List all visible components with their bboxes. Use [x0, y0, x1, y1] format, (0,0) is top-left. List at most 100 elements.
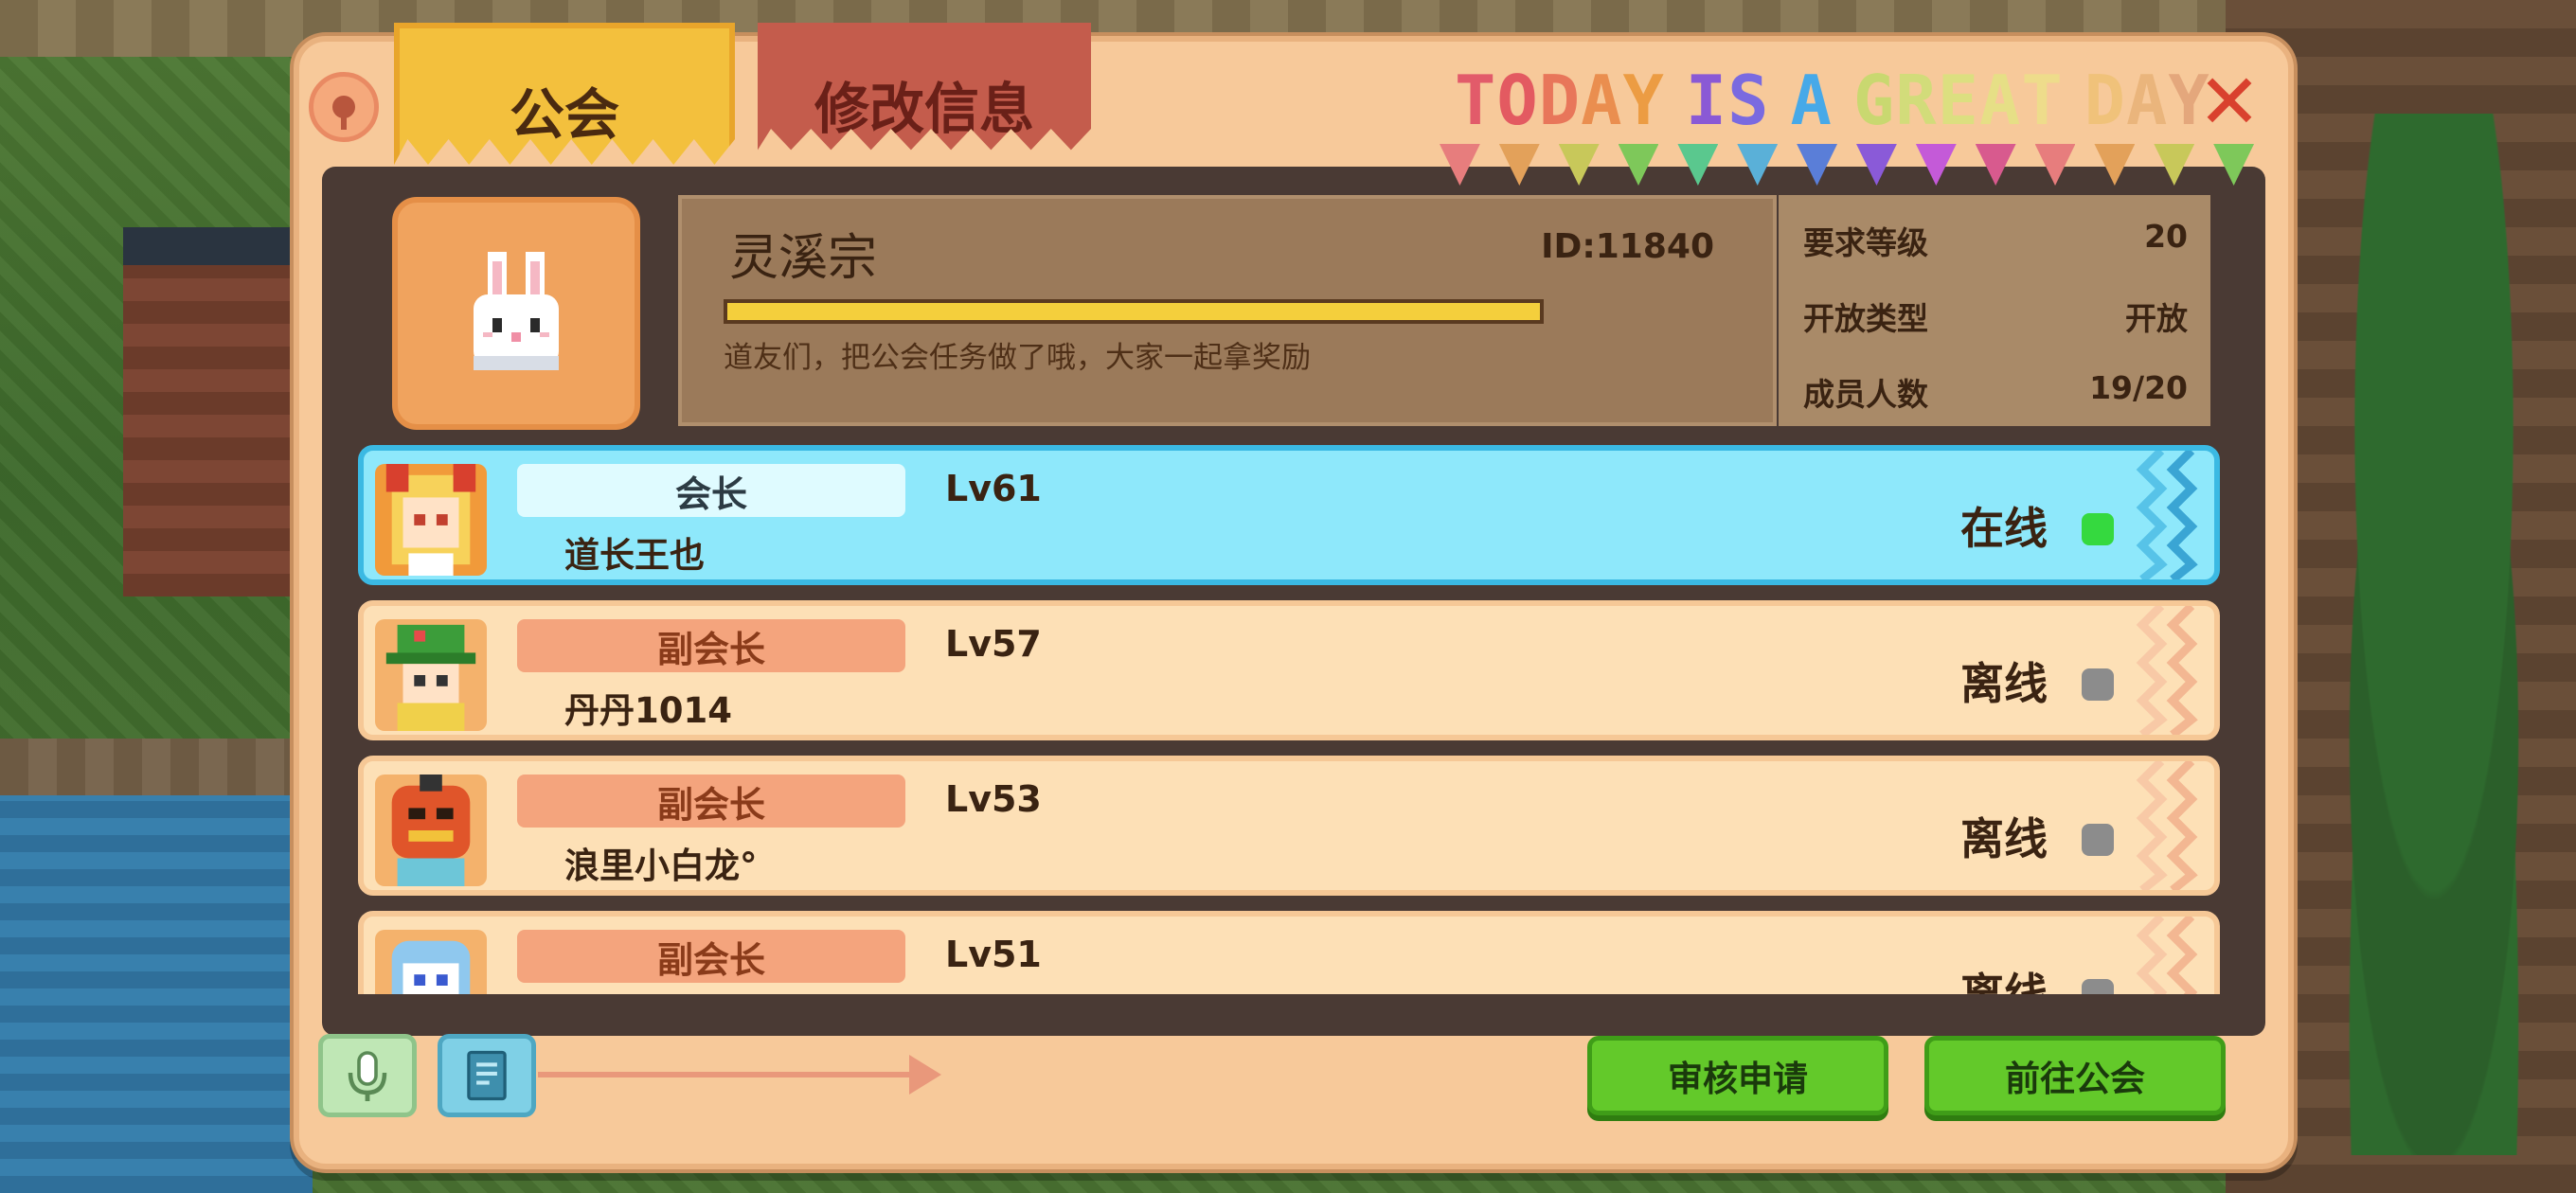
banner-letter: T: [2021, 61, 2064, 140]
bunting-flag: [1558, 144, 1600, 186]
zigzag-decoration: [2136, 917, 2198, 994]
banner-letter: [1770, 61, 1791, 140]
bunting-flags: [1440, 144, 2273, 189]
bunting-flag: [1737, 144, 1779, 186]
microphone-icon: [348, 1051, 387, 1101]
member-name: 道长王也: [564, 535, 705, 576]
zigzag-decoration: [2136, 451, 2198, 579]
member-level: Lv61: [945, 468, 1042, 509]
banner-letter: I: [1685, 61, 1728, 140]
role-badge: 会长: [517, 464, 905, 517]
online-status-icon: [2082, 513, 2114, 545]
zigzag-decoration: [2136, 761, 2198, 890]
member-row[interactable]: 会长 道长王也 Lv61 在线: [358, 445, 2220, 585]
bunting-flag: [1677, 144, 1719, 186]
member-list[interactable]: 会长 道长王也 Lv61 在线 副会长 丹丹1014 Lv57 离线 副会长 浪…: [354, 441, 2226, 994]
member-status: 离线: [1960, 658, 2048, 709]
guild-info-card: 灵溪宗 ID:11840 道友们，把公会任务做了哦，大家一起拿奖励: [678, 195, 1777, 426]
member-level: Lv51: [945, 934, 1042, 975]
banner-letter: [1833, 61, 1853, 140]
offline-status-icon: [2082, 824, 2114, 856]
member-row[interactable]: 副会长 浪里小白龙° Lv53 离线: [358, 756, 2220, 896]
banner-letter: S: [1727, 61, 1770, 140]
member-name: 丹丹1014: [564, 690, 732, 731]
records-button[interactable]: [438, 1034, 536, 1117]
bunting-flag: [2094, 144, 2136, 186]
stat-label: 开放类型: [1803, 300, 1928, 337]
pond: [0, 795, 313, 1193]
member-row[interactable]: 副会长 丹丹1014 Lv57 离线: [358, 600, 2220, 740]
banner-letter: A: [1581, 61, 1623, 140]
stat-value: 20: [2144, 218, 2188, 255]
guild-stats: 要求等级 20 开放类型 开放 成员人数 19/20: [1779, 195, 2210, 426]
banner-letter: G: [1852, 61, 1896, 140]
blue-robot-avatar: [375, 930, 487, 994]
close-button[interactable]: ✕: [2195, 64, 2263, 140]
role-badge: 副会长: [517, 775, 905, 828]
role-badge: 副会长: [517, 619, 905, 672]
fox-girl-avatar: [375, 464, 487, 576]
christmas-tree: [2311, 114, 2557, 1155]
member-level: Lv53: [945, 778, 1042, 820]
member-row[interactable]: 副会长 Lv51 离线: [358, 911, 2220, 994]
banner-letter: A: [2126, 61, 2169, 140]
bunting-flag: [1797, 144, 1838, 186]
banner-letter: T: [1455, 61, 1497, 140]
tab-edit-info-label: 修改信息: [814, 77, 1034, 141]
stat-value: 开放: [2125, 300, 2188, 337]
guild-avatar: [392, 197, 640, 430]
guild-id: ID:11840: [1541, 227, 1714, 266]
banner-letter: E: [1937, 61, 1979, 140]
banner-letter: D: [2084, 61, 2127, 140]
stat-label: 要求等级: [1803, 224, 1928, 261]
help-button[interactable]: [309, 72, 379, 142]
bunting-flag: [1618, 144, 1659, 186]
bunting-flag: [1856, 144, 1897, 186]
bunting-flag: [1498, 144, 1540, 186]
bunting-flag: [2154, 144, 2195, 186]
member-status: 离线: [1960, 969, 2048, 994]
banner-letter: Y: [1622, 61, 1665, 140]
banner-letter: D: [1538, 61, 1582, 140]
stat-open-type: 开放类型 开放: [1803, 294, 2188, 339]
stat-label: 成员人数: [1803, 376, 1928, 413]
rabbit-icon: [474, 252, 559, 370]
green-hat-avatar: [375, 619, 487, 731]
review-applications-label: 审核申请: [1668, 1059, 1808, 1099]
tab-guild-label: 公会: [509, 82, 619, 147]
bunting-flag: [2034, 144, 2076, 186]
stat-member-count: 成员人数 19/20: [1803, 369, 2188, 415]
goto-guild-button[interactable]: 前往公会: [1924, 1036, 2226, 1115]
banner-letter: O: [1496, 61, 1539, 140]
role-badge: 副会长: [517, 930, 905, 983]
banner-letter: A: [1978, 61, 2022, 140]
member-status: 离线: [1960, 813, 2048, 864]
banner-letter: R: [1895, 61, 1938, 140]
help-icon: [332, 96, 355, 130]
banner-letter: A: [1790, 61, 1833, 140]
member-name: 浪里小白龙°: [564, 846, 758, 886]
book-icon: [467, 1050, 507, 1101]
review-applications-button[interactable]: 审核申请: [1587, 1036, 1888, 1115]
banner-title: TODAY IS A GREAT DAY: [1455, 61, 2210, 140]
pumpkin-avatar: [375, 775, 487, 886]
guild-notice: 道友们，把公会任务做了哦，大家一起拿奖励: [724, 341, 1311, 375]
voice-button[interactable]: [318, 1034, 417, 1117]
goto-guild-label: 前往公会: [2005, 1059, 2145, 1099]
bunting-flag: [1440, 144, 1480, 186]
zigzag-decoration: [2136, 606, 2198, 735]
guild-progress-bar: [724, 299, 1544, 324]
house: [123, 227, 313, 596]
bunting-flag: [2213, 144, 2255, 186]
banner-letter: [1665, 61, 1686, 140]
guild-name: 灵溪宗: [729, 230, 878, 287]
stat-required-level: 要求等级 20: [1803, 218, 2188, 263]
offline-status-icon: [2082, 668, 2114, 701]
offline-status-icon: [2082, 979, 2114, 994]
close-icon: ✕: [2197, 58, 2262, 146]
banner-letter: [2064, 61, 2084, 140]
member-level: Lv57: [945, 623, 1042, 665]
bunting-flag: [1975, 144, 2016, 186]
member-status: 在线: [1960, 503, 2048, 554]
stat-value: 19/20: [2089, 369, 2188, 406]
